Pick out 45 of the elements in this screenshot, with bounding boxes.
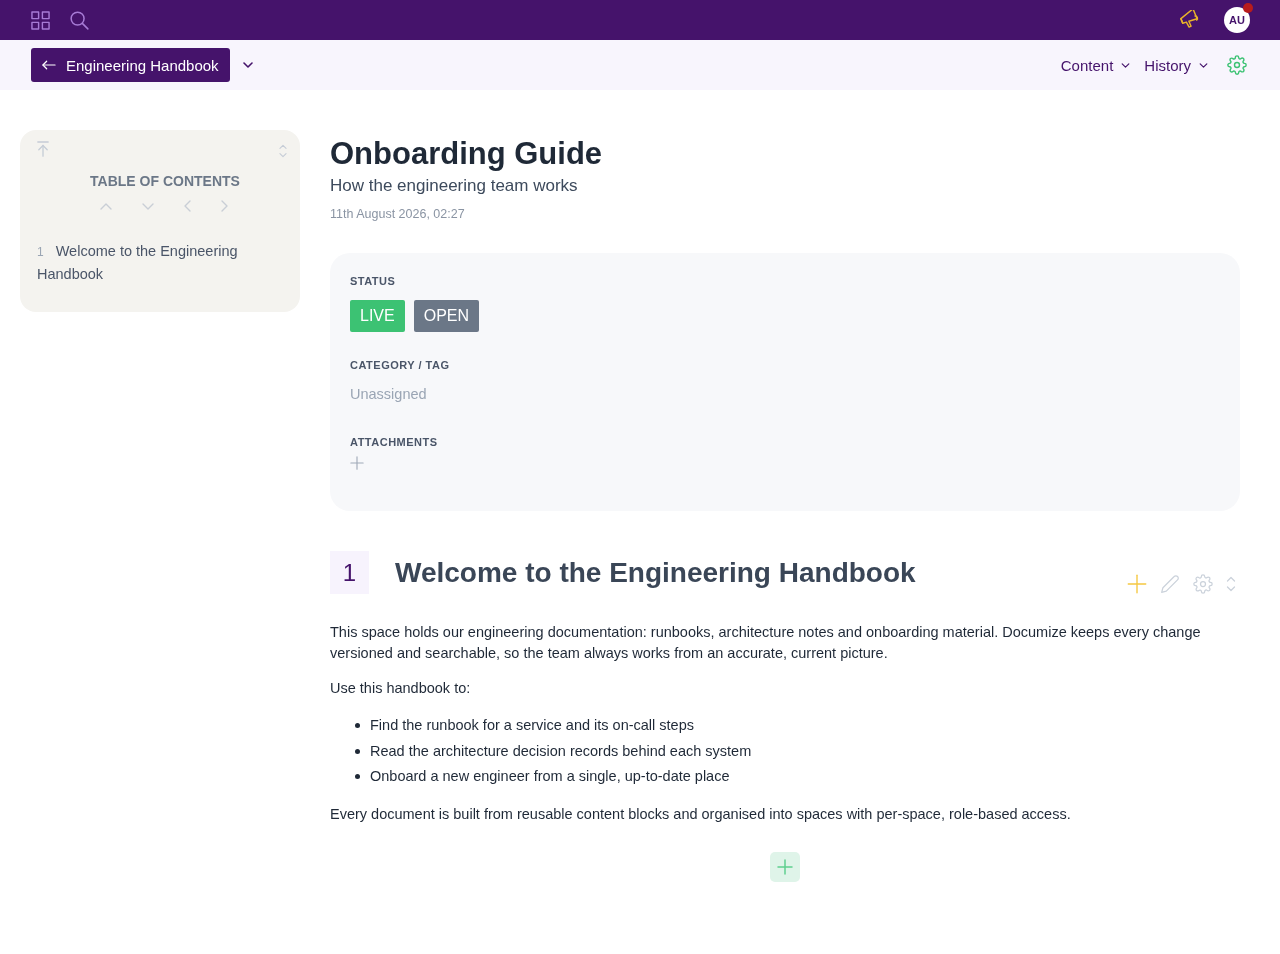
document-subtitle: How the engineering team works — [330, 175, 579, 197]
toc-entry[interactable]: 1 Welcome to the Engineering Handbook — [37, 240, 267, 285]
search-icon[interactable] — [70, 10, 89, 30]
chevron-up-icon[interactable] — [100, 202, 112, 210]
plus-icon[interactable] — [350, 456, 364, 470]
arrow-to-top-icon[interactable] — [37, 141, 49, 157]
field-label: ATTACHMENTS — [350, 435, 439, 449]
toc-title: TABLE OF CONTENTS — [89, 172, 241, 190]
add-section-button[interactable] — [770, 851, 800, 882]
body-paragraph: Every document is built from reusable content blocks and organised into spaces with per-space, role-based access. — [330, 804, 1072, 824]
body-paragraph: This space holds our engineering documentation: runbooks, architecture notes and onboarding material. Documize keeps every change versioned and searchable, so the team always works from an accurate, current picture. — [330, 623, 1202, 663]
caret-down-icon — [1121, 62, 1131, 68]
list-item: Onboard a new engineer from a single, up-to-date place — [370, 767, 730, 786]
document-title: Onboarding Guide — [330, 135, 604, 173]
pencil-icon[interactable] — [1160, 574, 1180, 594]
field-label: CATEGORY / TAG — [350, 358, 451, 372]
chevron-down-icon[interactable] — [142, 202, 154, 210]
caret-down-icon[interactable] — [242, 62, 253, 68]
body-paragraph: Use this handbook to: — [330, 679, 472, 698]
settings-icon[interactable] — [1227, 55, 1247, 75]
plus-icon[interactable] — [1127, 574, 1147, 594]
user-avatar[interactable]: AU — [1224, 7, 1250, 33]
section-number: 1 — [330, 551, 369, 594]
nav-menu[interactable]: Content — [1060, 56, 1131, 74]
bullet-icon — [355, 748, 360, 754]
caret-down-icon — [1199, 62, 1208, 68]
arrow-left-icon — [42, 60, 56, 70]
expand-icon[interactable] — [279, 144, 287, 158]
status-badge[interactable]: OPEN — [413, 300, 480, 332]
list-item: Read the architecture decision records behind each system — [370, 741, 752, 761]
bullet-icon — [355, 774, 360, 780]
list-item: Find the runbook for a service and its on-call steps — [370, 716, 694, 735]
section-heading: Welcome to the Engineering Handbook — [395, 555, 916, 590]
bullet-icon — [355, 723, 360, 729]
plus-icon — [777, 858, 793, 875]
document-date: 11th August 2026, 02:27 — [330, 206, 466, 222]
field-label: STATUS — [350, 274, 397, 288]
space-button[interactable]: Engineering Handbook — [31, 48, 230, 82]
chevron-right-icon[interactable] — [221, 200, 228, 212]
chevron-left-icon[interactable] — [184, 200, 191, 212]
nav-menu[interactable]: History — [1144, 56, 1208, 74]
settings-icon[interactable] — [1193, 574, 1213, 594]
grid-icon[interactable] — [31, 10, 50, 30]
megaphone-icon[interactable] — [1179, 10, 1201, 30]
expand-icon[interactable] — [1226, 576, 1236, 592]
